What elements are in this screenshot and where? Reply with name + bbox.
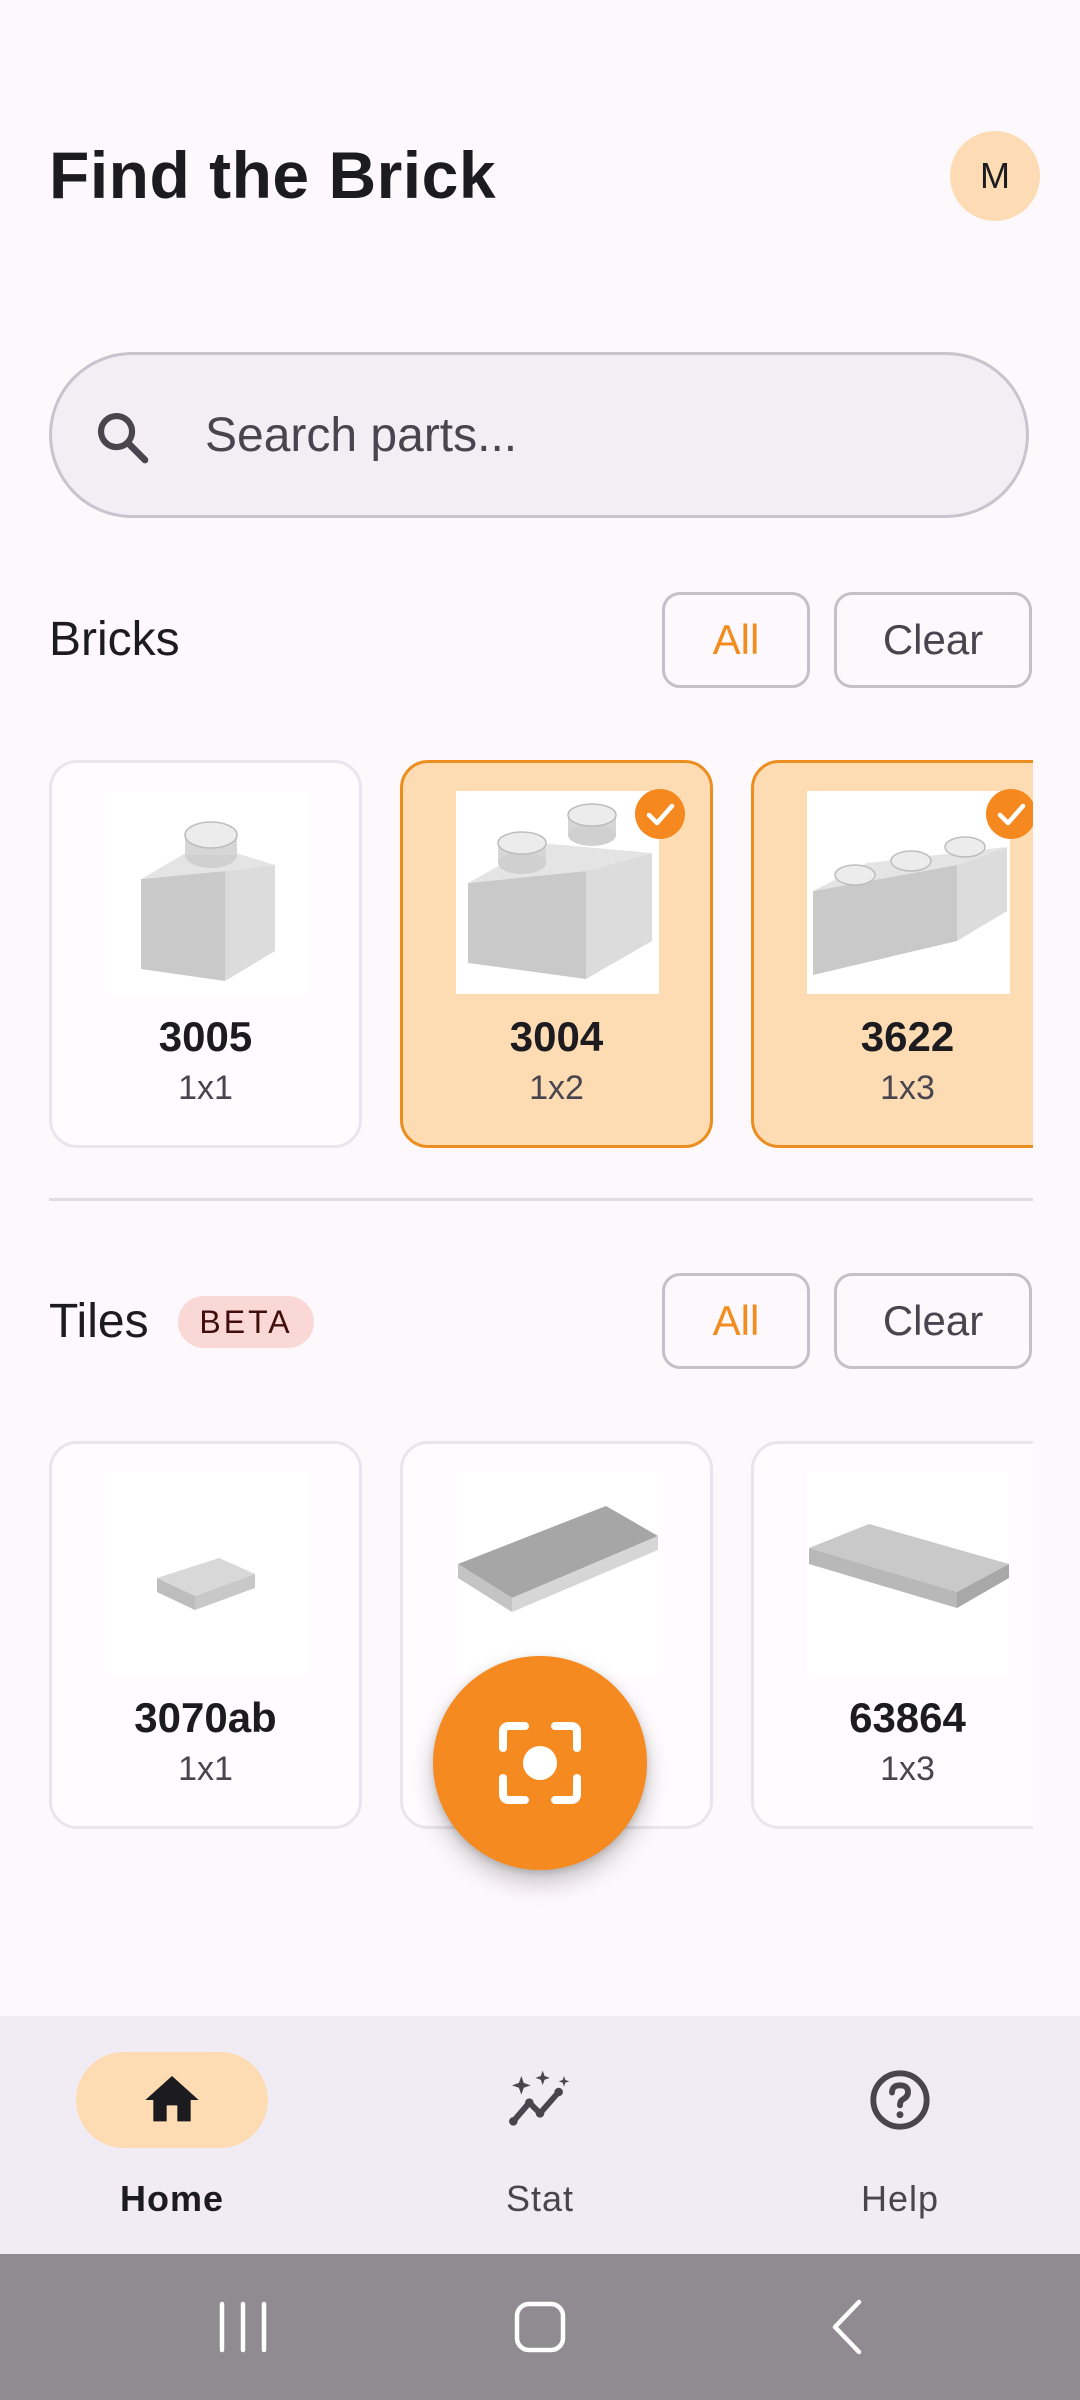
brick-size: 1x1 — [178, 1069, 233, 1107]
section-divider — [49, 1198, 1033, 1201]
brick-card-3622[interactable]: 3622 1x3 — [751, 760, 1033, 1148]
tiles-all-button[interactable]: All — [662, 1273, 810, 1369]
brick-code: 3622 — [860, 1013, 955, 1060]
nav-item-help[interactable]: Help — [720, 2016, 1080, 2254]
sparkle-chart-icon — [509, 2070, 570, 2126]
nav-item-home[interactable]: Home — [0, 2016, 360, 2254]
tile-image-1x3 — [807, 1472, 1010, 1675]
bricks-all-button[interactable]: All — [662, 592, 810, 688]
tile-code: 63864 — [849, 1694, 966, 1741]
bricks-clear-button[interactable]: Clear — [834, 592, 1032, 688]
tile-size: 1x1 — [178, 1750, 233, 1788]
bricks-all-label: All — [712, 616, 760, 663]
nav-label-home: Home — [119, 2178, 225, 2219]
nav-item-stat[interactable]: Stat — [360, 2016, 720, 2254]
section-title-tiles: Tiles — [49, 1295, 149, 1348]
tile-card-63864[interactable]: 63864 1x3 — [751, 1441, 1033, 1829]
tiles-clear-label: Clear — [882, 1297, 984, 1344]
tiles-clear-button[interactable]: Clear — [834, 1273, 1032, 1369]
page-title: Find the Brick — [49, 138, 497, 212]
search-input[interactable] — [205, 395, 985, 475]
nav-label-help: Help — [860, 2178, 940, 2219]
home-button-icon[interactable] — [507, 2294, 573, 2360]
nav-label-stat: Stat — [505, 2178, 575, 2219]
brick-card-3004[interactable]: 3004 1x2 — [400, 760, 713, 1148]
selected-check-icon — [986, 789, 1033, 839]
brick-image-1x1 — [105, 791, 308, 994]
tile-size: 1x3 — [880, 1750, 935, 1788]
search-bar[interactable] — [49, 352, 1029, 518]
search-icon — [97, 412, 149, 464]
scan-fab-button[interactable] — [433, 1656, 647, 1870]
tiles-all-label: All — [712, 1297, 760, 1344]
scan-icon — [499, 1722, 581, 1804]
tile-code: 3070ab — [134, 1694, 277, 1741]
bottom-navigation: Home Stat Help — [0, 2016, 1080, 2254]
beta-badge: BETA — [178, 1296, 314, 1348]
brick-image-1x2 — [456, 791, 659, 994]
brick-image-1x3 — [807, 791, 1010, 994]
recent-apps-icon[interactable] — [210, 2294, 276, 2360]
tile-image-1x2 — [456, 1472, 659, 1675]
bricks-row: 3005 1x1 3004 1x2 3622 1x3 — [49, 760, 1033, 1150]
home-icon — [145, 2076, 199, 2122]
avatar-initial: M — [980, 155, 1010, 196]
system-navigation-bar — [0, 2254, 1080, 2400]
brick-size: 1x2 — [529, 1069, 584, 1107]
help-circle-icon — [870, 2070, 930, 2130]
section-title-bricks: Bricks — [49, 613, 180, 666]
avatar[interactable]: M — [950, 131, 1040, 221]
brick-size: 1x3 — [880, 1069, 935, 1107]
brick-code: 3004 — [509, 1013, 604, 1060]
bricks-clear-label: Clear — [882, 616, 984, 663]
back-icon[interactable] — [815, 2294, 881, 2360]
brick-card-3005[interactable]: 3005 1x1 — [49, 760, 362, 1148]
tile-card-3070ab[interactable]: 3070ab 1x1 — [49, 1441, 362, 1829]
brick-code: 3005 — [158, 1013, 253, 1060]
selected-check-icon — [635, 789, 685, 839]
status-bar — [0, 0, 1080, 80]
tile-image-1x1 — [105, 1472, 308, 1675]
